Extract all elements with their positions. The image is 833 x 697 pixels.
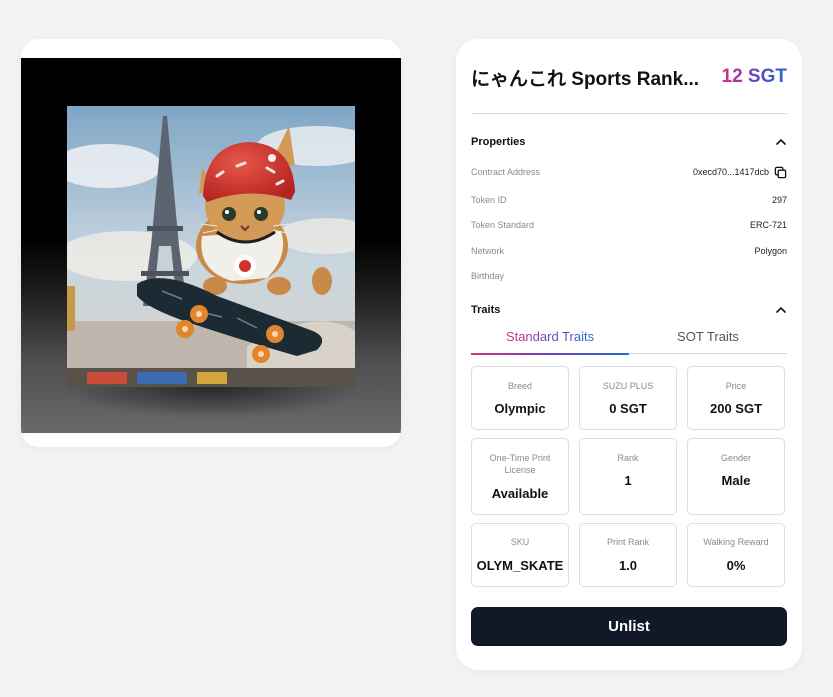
traits-header[interactable]: Traits [471,301,787,319]
tab-standard-traits[interactable]: Standard Traits [471,327,629,355]
property-value: ERC-721 [749,220,787,230]
copy-icon[interactable] [774,166,787,179]
property-network: Network Polygon [471,243,787,259]
trait-card-print-license: One-Time Print License Available [471,438,569,515]
property-label: Token ID [471,195,507,205]
title-row: にゃんこれ Sports Rank... 12 SGT [471,63,787,91]
property-label: Network [471,246,505,256]
trait-value: Available [491,486,549,501]
unlist-button[interactable]: Unlist [471,607,787,646]
trait-card-suzu-plus: SUZU PLUS 0 SGT [579,366,677,430]
trait-label: Price [725,381,747,391]
property-token-standard: Token Standard ERC-721 [471,217,787,233]
tab-sot-traits[interactable]: SOT Traits [629,327,787,353]
traits-tabs: Standard Traits SOT Traits [471,327,787,355]
property-birthday: Birthday [471,268,787,284]
property-label: Token Standard [471,220,535,230]
trait-label: SKU [510,537,530,547]
properties-header[interactable]: Properties [471,133,787,151]
property-token-id: Token ID 297 [471,192,787,208]
trait-label: Walking Reward [703,537,769,547]
contract-address-value: 0xecd70...1417dcb [692,167,769,177]
trait-value: 1.0 [618,558,638,573]
trait-value: Male [721,473,751,488]
trait-value: 200 SGT [709,401,763,416]
trait-card-price: Price 200 SGT [687,366,785,430]
trait-label: Breed [507,381,533,391]
trait-label: Gender [720,453,752,463]
trait-card-rank: Rank 1 [579,438,677,515]
trait-value: 0 SGT [609,401,647,416]
traits-grid: Breed Olympic SUZU PLUS 0 SGT Price 200 … [471,366,787,588]
nft-image[interactable] [67,106,355,387]
trait-card-sku: SKU OLYM_SKATE [471,523,569,587]
tab-label: SOT Traits [677,329,739,344]
trait-value: 1 [624,473,632,488]
trait-card-print-rank: Print Rank 1.0 [579,523,677,587]
trait-value: 0% [726,558,746,573]
nft-image-stage [21,58,401,433]
nft-details-panel: にゃんこれ Sports Rank... 12 SGT Properties C… [456,39,802,670]
trait-label: One-Time Print License [489,453,551,475]
trait-label: SUZU PLUS [602,381,654,391]
property-value-wrap: 0xecd70...1417dcb [693,166,787,179]
property-contract-address: Contract Address 0xecd70...1417dcb [471,164,787,180]
trait-card-breed: Breed Olympic [471,366,569,430]
nft-title: にゃんこれ Sports Rank... [471,68,700,90]
active-tab-indicator [471,353,629,355]
property-label: Contract Address [471,167,541,177]
divider [471,113,787,114]
properties-title: Properties [471,136,526,148]
tab-label: Standard Traits [505,329,595,344]
property-value: 297 [771,195,787,205]
property-label: Birthday [471,271,505,281]
trait-label: Rank [617,453,639,463]
trait-card-gender: Gender Male [687,438,785,515]
chevron-up-icon[interactable] [775,304,787,316]
nft-image-card [21,39,401,447]
trait-value: Olympic [494,401,546,416]
trait-card-walking-reward: Walking Reward 0% [687,523,785,587]
chevron-up-icon[interactable] [775,136,787,148]
property-value: Polygon [754,246,787,256]
trait-label: Print Rank [606,537,650,547]
trait-value: OLYM_SKATE [476,558,564,573]
traits-title: Traits [471,304,501,316]
nft-price: 12 SGT [721,66,787,87]
